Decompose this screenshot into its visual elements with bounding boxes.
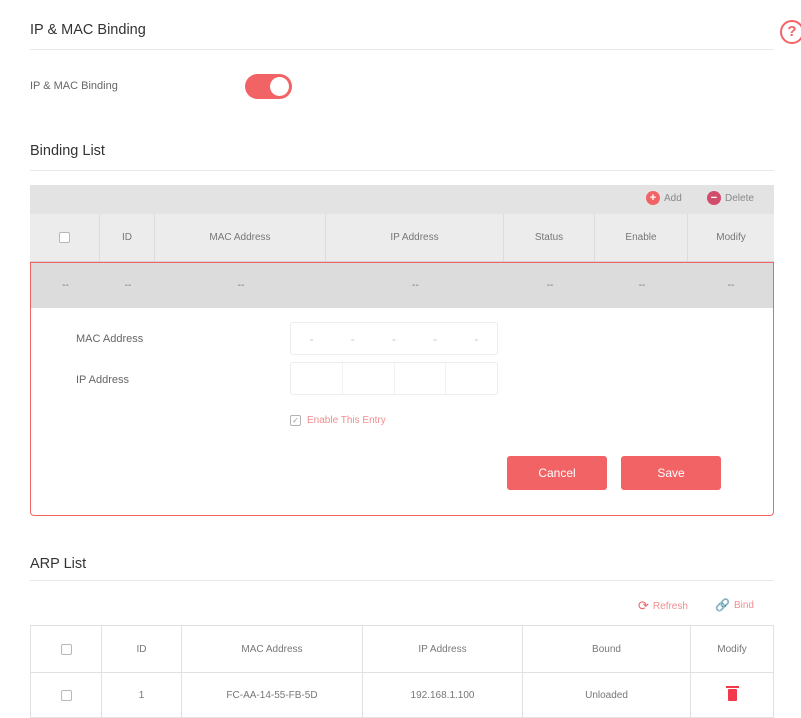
arp-select-all-checkbox[interactable] [60, 643, 72, 655]
column-header-modify[interactable]: Modify [687, 214, 774, 261]
column-header-ip[interactable]: IP Address [362, 626, 522, 672]
column-header-enable[interactable]: Enable [594, 214, 687, 261]
column-header-mac[interactable]: MAC Address [154, 214, 325, 261]
binding-toggle-label: IP & MAC Binding [30, 80, 118, 92]
bind-icon: 🔗 [715, 598, 730, 612]
row-id: 1 [101, 673, 181, 717]
arp-list-title: ARP List [30, 556, 87, 572]
refresh-icon: ⟳ [638, 598, 649, 613]
ip-octet-field[interactable] [445, 363, 497, 394]
arp-list-divider [30, 580, 774, 581]
table-cell: -- [62, 280, 69, 291]
add-button-label: Add [664, 192, 682, 204]
row-checkbox[interactable] [60, 689, 72, 701]
mac-address-label: MAC Address [76, 333, 144, 345]
add-button[interactable]: + Add [646, 191, 682, 205]
select-all-cell [31, 626, 101, 672]
title-divider [30, 49, 774, 50]
row-modify-cell [690, 673, 773, 717]
table-row: 1 FC-AA-14-55-FB-5D 192.168.1.100 Unload… [30, 673, 774, 718]
column-header-id[interactable]: ID [101, 626, 181, 672]
table-cell: -- [155, 263, 326, 308]
enable-entry-option[interactable]: ✓ Enable This Entry [290, 415, 386, 426]
mac-separator: - [391, 331, 396, 346]
ip-octet-field[interactable] [341, 363, 394, 394]
mac-separator: - [474, 331, 479, 346]
mac-separator: - [309, 331, 314, 346]
ip-octet-field[interactable] [393, 363, 446, 394]
mac-address-input[interactable]: - - - - - [290, 322, 498, 355]
refresh-button[interactable]: ⟳ Refresh [638, 598, 688, 614]
mac-separator: - [433, 331, 438, 346]
binding-toggle-switch[interactable] [245, 74, 292, 99]
column-header-mac[interactable]: MAC Address [181, 626, 362, 672]
table-cell: -- [326, 263, 504, 308]
table-cell: -- [595, 263, 688, 308]
trash-icon[interactable] [725, 686, 739, 701]
binding-list-title: Binding List [30, 143, 105, 159]
column-header-modify[interactable]: Modify [690, 626, 773, 672]
row-mac-address: FC-AA-14-55-FB-5D [181, 673, 362, 717]
arp-list-header: ID MAC Address IP Address Bound Modify [30, 625, 774, 673]
ip-address-label: IP Address [76, 374, 129, 386]
table-cell: -- [100, 263, 155, 308]
column-header-status[interactable]: Status [503, 214, 594, 261]
toggle-knob [270, 77, 289, 96]
ip-address-input[interactable] [290, 362, 498, 395]
table-cell: -- [688, 263, 773, 308]
enable-entry-label: Enable This Entry [307, 415, 386, 426]
binding-list-divider [30, 170, 774, 171]
select-all-checkbox[interactable] [59, 232, 70, 243]
cancel-button[interactable]: Cancel [507, 456, 607, 490]
delete-icon: − [707, 191, 721, 205]
delete-button-label: Delete [725, 192, 754, 204]
row-bound-status: Unloaded [522, 673, 690, 717]
ip-octet-field[interactable] [291, 363, 342, 394]
binding-list-toolbar: + Add − Delete [30, 185, 774, 214]
column-header-bound[interactable]: Bound [522, 626, 690, 672]
enable-entry-checkbox[interactable]: ✓ [290, 415, 301, 426]
help-icon[interactable]: ? [780, 20, 801, 44]
row-ip-address: 192.168.1.100 [362, 673, 522, 717]
add-icon: + [646, 191, 660, 205]
bind-button-label: Bind [733, 599, 754, 611]
binding-list-empty-row: -- -- -- -- -- -- -- [30, 262, 774, 308]
save-button[interactable]: Save [621, 456, 721, 490]
refresh-button-label: Refresh [652, 600, 688, 612]
column-header-id[interactable]: ID [99, 214, 154, 261]
column-header-ip[interactable]: IP Address [325, 214, 503, 261]
row-select-cell [31, 673, 101, 717]
bind-button[interactable]: 🔗 Bind [715, 598, 754, 612]
table-cell: -- [504, 263, 595, 308]
delete-button[interactable]: − Delete [707, 191, 754, 205]
page-title: IP & MAC Binding [30, 22, 146, 38]
select-all-cell [30, 214, 99, 261]
mac-separator: - [350, 331, 355, 346]
binding-list-header: ID MAC Address IP Address Status Enable … [30, 214, 774, 262]
